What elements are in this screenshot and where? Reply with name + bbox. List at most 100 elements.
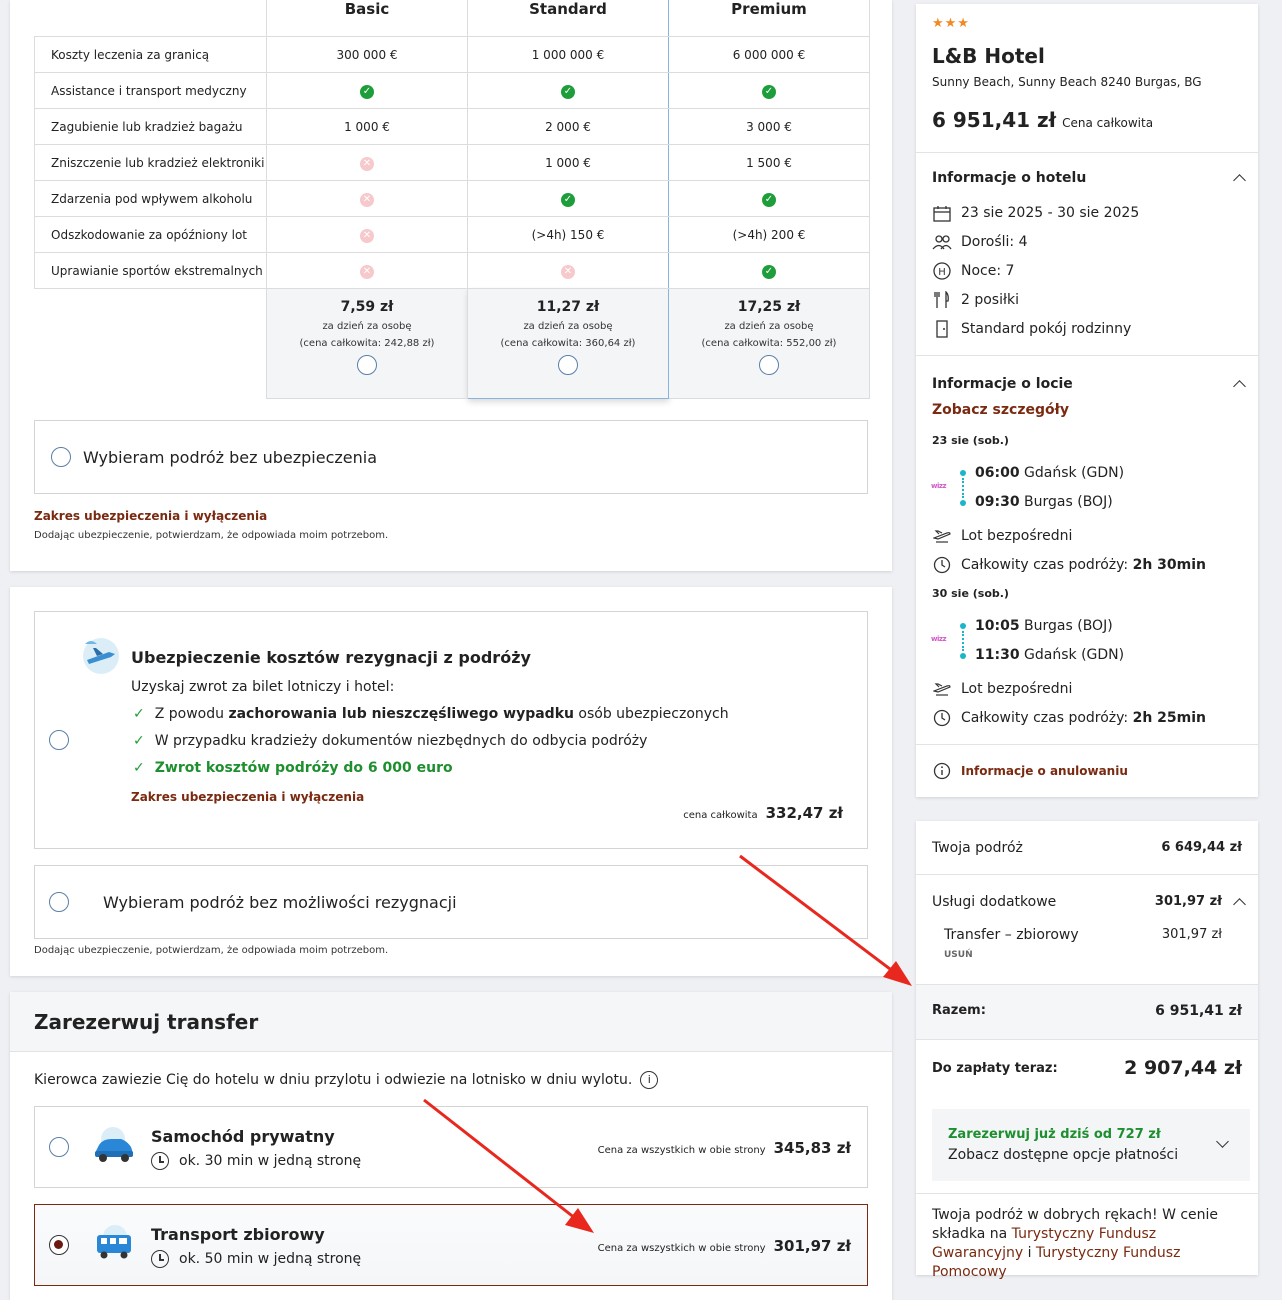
no-cancellation-radio[interactable] (49, 892, 69, 912)
chevron-down-icon[interactable] (1216, 1135, 1229, 1148)
no-insurance-radio[interactable] (51, 447, 71, 467)
chevron-up-icon[interactable] (1233, 380, 1246, 393)
flight-details-link[interactable]: Zobacz szczegóły (932, 402, 1069, 418)
cancellation-consent-note: Dodając ubezpieczenie, potwierdzam, że o… (34, 945, 389, 956)
cancellation-title: Ubezpieczenie kosztów rezygnacji z podró… (131, 648, 531, 667)
plan-standard-header: Standard (467, 0, 669, 37)
plan-basic-price[interactable]: 7,59 zł za dzień za osobę (cena całkowit… (266, 288, 468, 399)
insurance-scope-link[interactable]: Zakres ubezpieczenia i wyłączenia (34, 509, 267, 523)
hotel-summary-card: ★★★ L&B Hotel Sunny Beach, Sunny Beach 8… (916, 4, 1258, 797)
plane-icon (932, 527, 952, 545)
insurance-row-label: Koszty leczenia za granicą (34, 36, 267, 73)
plan-standard-price[interactable]: 11,27 zł za dzień za osobę (cena całkowi… (467, 288, 669, 399)
coverage-basic: ✕ (266, 252, 468, 289)
check-icon: ✓ (133, 706, 145, 722)
insurance-row: Zagubienie lub kradzież bagażu 1 000 €2 0… (34, 108, 870, 145)
insurance-consent-note: Dodając ubezpieczenie, potwierdzam, że o… (34, 530, 389, 541)
insurance-row: Zdarzenia pod wpływem alkoholu ✕ ✓ ✓ (34, 180, 870, 217)
coverage-standard: ✓ (467, 180, 669, 217)
coverage-basic: ✓ (266, 72, 468, 109)
transfer-option-private[interactable]: Samochód prywatny ok. 30 min w jedną str… (34, 1106, 868, 1188)
people-icon (932, 233, 952, 251)
chevron-up-icon[interactable] (1233, 898, 1246, 911)
check-icon: ✓ (762, 264, 776, 279)
insurance-row-label: Odszkodowanie za opóźniony lot (34, 216, 267, 253)
coverage-basic: ✕ (266, 180, 468, 217)
cancellation-scope-link[interactable]: Zakres ubezpieczenia i wyłączenia (131, 790, 364, 804)
coverage-basic-value: 300 000 € (266, 36, 468, 73)
check-icon: ✓ (561, 192, 575, 207)
plan-basic-header: Basic (266, 0, 468, 37)
cross-icon: ✕ (360, 264, 374, 279)
trust-note: Twoja podróż w dobrych rękach! W cenie s… (932, 1207, 1219, 1280)
bus-icon (97, 1225, 131, 1259)
transfer-private-radio[interactable] (49, 1137, 69, 1157)
airline-logo: wizz (931, 482, 947, 490)
info-icon (932, 762, 952, 780)
check-icon: ✓ (360, 84, 374, 99)
clock-icon (932, 709, 952, 727)
coverage-premium: ✓ (668, 252, 870, 289)
hotel-name: L&B Hotel (932, 44, 1045, 68)
check-icon: ✓ (133, 733, 145, 749)
hotel-total-price: 6 951,41 zł Cena całkowita (932, 108, 1154, 132)
insurance-row-label: Assistance i transport medyczny (34, 72, 267, 109)
coverage-basic: ✕ (266, 144, 468, 181)
cancellation-benefit-1: ✓ Z powodu zachorowania lub nieszczęśliwe… (133, 706, 729, 722)
coverage-premium-value: (>4h) 200 € (668, 216, 870, 253)
plan-premium-radio[interactable] (759, 355, 779, 375)
coverage-basic: ✕ (266, 216, 468, 253)
hotel-room: Standard pokój rodzinny (932, 320, 1131, 338)
return-total-time: Całkowity czas podróży: 2h 25min (932, 709, 1206, 727)
coverage-premium-value: 6 000 000 € (668, 36, 870, 73)
coverage-standard-value: 2 000 € (467, 108, 669, 145)
plane-umbrella-icon (83, 638, 119, 674)
transfer-option-shared[interactable]: Transport zbiorowy ok. 50 min w jedną st… (34, 1204, 868, 1286)
plan-basic-radio[interactable] (357, 355, 377, 375)
star-rating: ★★★ (932, 16, 970, 31)
coverage-premium-value: 1 500 € (668, 144, 870, 181)
insurance-row-label: Zagubienie lub kradzież bagażu (34, 108, 267, 145)
hotel-info-title: Informacje o hotelu (932, 170, 1087, 186)
price-summary-card: Twoja podróż 6 649,44 zł Usługi dodatkow… (916, 821, 1258, 1280)
insurance-card: Basic Standard Premium Koszty leczenia z… (10, 0, 892, 571)
plan-premium-price[interactable]: 17,25 zł za dzień za osobę (cena całkowi… (668, 288, 870, 399)
insurance-row: Assistance i transport medyczny ✓ ✓ ✓ (34, 72, 870, 109)
hotel-dates: 23 sie 2025 - 30 sie 2025 (932, 204, 1139, 222)
cancellation-radio[interactable] (49, 730, 69, 750)
cross-icon: ✕ (360, 228, 374, 243)
cancellation-option[interactable]: Ubezpieczenie kosztów rezygnacji z podró… (34, 611, 868, 849)
return-direct: Lot bezpośredni (932, 680, 1072, 698)
insurance-row-label: Zniszczenie lub kradzież elektroniki (34, 144, 267, 181)
svg-text:H: H (938, 267, 946, 278)
plan-standard-radio[interactable] (558, 355, 578, 375)
coverage-standard-value: 1 000 € (467, 144, 669, 181)
clock-icon (151, 1250, 169, 1268)
clock-icon (932, 556, 952, 574)
outbound-direct: Lot bezpośredni (932, 527, 1072, 545)
no-insurance-option[interactable]: Wybieram podróż bez ubezpieczenia (34, 420, 868, 494)
outbound-date: 23 sie (sob.) (932, 434, 1009, 447)
outbound-departure: 06:00 Gdańsk (GDN) (975, 465, 1125, 481)
insurance-row: Zniszczenie lub kradzież elektroniki ✕ 1 0… (34, 144, 870, 181)
no-cancellation-option[interactable]: Wybieram podróż bez możliwości rezygnacj… (34, 865, 868, 939)
insurance-row: Koszty leczenia za granicą 300 000 €1 000… (34, 36, 870, 73)
return-arrival: 11:30 Gdańsk (GDN) (975, 647, 1125, 663)
remove-transfer-link[interactable]: USUŃ (944, 950, 973, 960)
cross-icon: ✕ (360, 156, 374, 171)
transfer-private-price: 345,83 zł (773, 1139, 851, 1157)
hotel-meals: 2 posiłki (932, 291, 1019, 309)
summary-trip: Twoja podróż 6 649,44 zł (932, 840, 1242, 856)
summary-pay-now: Do zapłaty teraz: 2 907,44 zł (932, 1057, 1242, 1079)
cancellation-info-link[interactable]: Informacje o anulowaniu (932, 762, 1128, 780)
hotel-address: Sunny Beach, Sunny Beach 8240 Burgas, BG (932, 75, 1202, 89)
check-icon: ✓ (762, 84, 776, 99)
transfer-shared-price: 301,97 zł (773, 1237, 851, 1255)
chevron-up-icon[interactable] (1233, 174, 1246, 187)
return-departure: 10:05 Burgas (BOJ) (975, 618, 1113, 634)
transfer-shared-radio[interactable] (49, 1235, 69, 1255)
payment-options-toggle[interactable]: Zarezerwuj już dziś od 727 zł Zobacz dos… (932, 1109, 1250, 1181)
cancellation-benefit-3: ✓ Zwrot kosztów podróży do 6 000 euro (133, 760, 453, 776)
coverage-standard: ✓ (467, 72, 669, 109)
info-icon[interactable]: i (640, 1071, 659, 1089)
